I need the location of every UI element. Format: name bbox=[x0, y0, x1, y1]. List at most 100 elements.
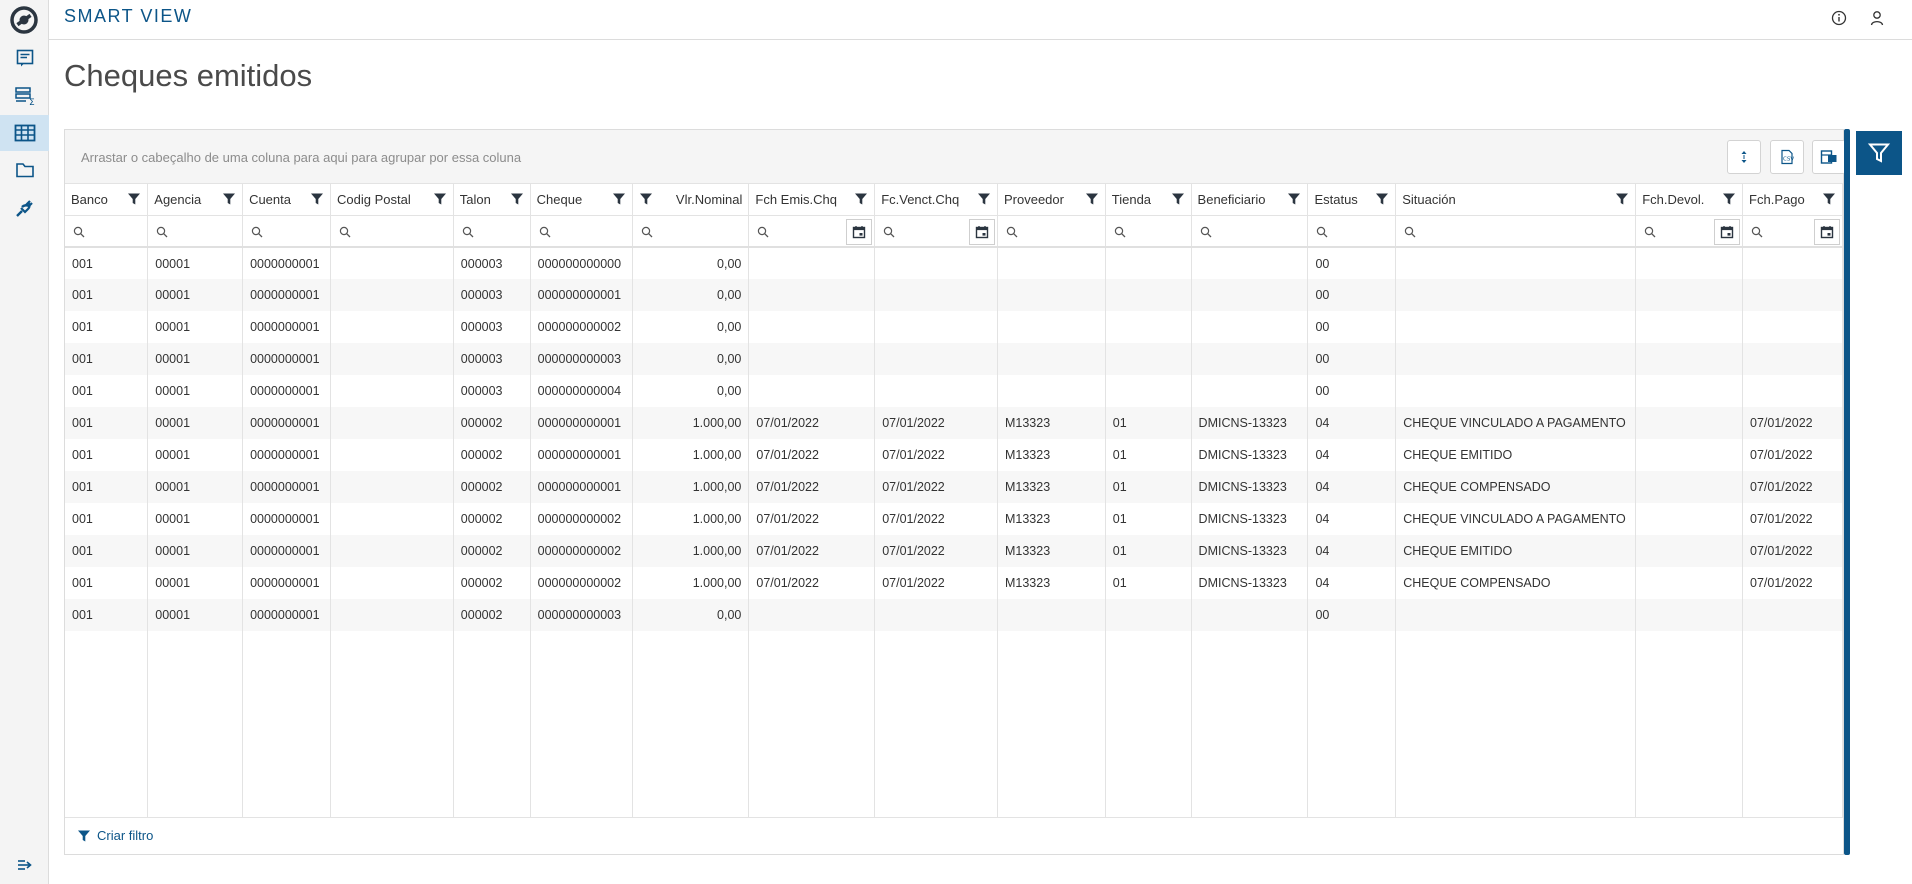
table-row[interactable]: 001 00001 0000000001 000002 000000000001 1.00… bbox=[65, 407, 1843, 439]
column-filter-input[interactable] bbox=[874, 215, 998, 248]
column-header-label: Fc.Venct.Chq bbox=[881, 191, 960, 207]
date-picker-button[interactable] bbox=[846, 218, 873, 245]
column-filter-icon[interactable] bbox=[612, 192, 626, 206]
table-row[interactable]: 001 00001 0000000001 000002 000000000003 0,00… bbox=[65, 599, 1843, 631]
table-row[interactable]: 001 00001 0000000001 000002 000000000002 1.00… bbox=[65, 503, 1843, 535]
group-drop-zone[interactable]: Arrastar o cabeçalho de uma coluna para … bbox=[65, 130, 1846, 184]
table-cell: 001 bbox=[65, 535, 149, 567]
export-button[interactable]: CSV bbox=[1770, 140, 1804, 174]
column-filter-icon[interactable] bbox=[222, 192, 236, 206]
table-row[interactable]: 001 00001 0000000001 000002 000000000002 1.00… bbox=[65, 535, 1843, 567]
nav-table[interactable] bbox=[0, 115, 49, 151]
columns-icon bbox=[1820, 150, 1837, 164]
expand-menu-button[interactable] bbox=[0, 850, 49, 880]
column-header[interactable]: Tienda bbox=[1105, 184, 1192, 216]
table-row[interactable]: 001 00001 0000000001 000003 000000000003 0,00… bbox=[65, 343, 1843, 375]
column-filter-input[interactable] bbox=[330, 215, 454, 248]
table-cell: 000000000001 bbox=[530, 439, 633, 471]
column-header[interactable]: Fch Emis.Chq bbox=[748, 184, 876, 216]
column-header-label: Codig Postal bbox=[337, 191, 411, 207]
column-filter-icon[interactable] bbox=[310, 192, 324, 206]
table-row[interactable]: 001 00001 0000000001 000003 000000000001 0,00… bbox=[65, 279, 1843, 311]
column-header[interactable]: Cuenta bbox=[242, 184, 332, 216]
table-row[interactable]: 001 00001 0000000001 000002 000000000001 1.00… bbox=[65, 439, 1843, 471]
column-header[interactable]: Vlr.Nominal bbox=[632, 184, 750, 216]
column-filter-icon[interactable] bbox=[977, 192, 991, 206]
table-cell: CHEQUE VINCULADO A PAGAMENTO bbox=[1395, 503, 1637, 535]
column-filter-icon[interactable] bbox=[1085, 192, 1099, 206]
table-cell: 07/01/2022 bbox=[1742, 439, 1843, 471]
column-filter-icon[interactable] bbox=[1375, 192, 1389, 206]
column-header[interactable]: Beneficiario bbox=[1191, 184, 1309, 216]
column-header[interactable]: Fch.Pago bbox=[1742, 184, 1843, 216]
column-filter-input[interactable] bbox=[997, 215, 1106, 248]
table-row[interactable]: 001 00001 0000000001 000002 000000000001 1.00… bbox=[65, 471, 1843, 503]
column-filter-icon[interactable] bbox=[127, 192, 141, 206]
table-cell bbox=[1635, 407, 1744, 439]
table-row[interactable]: 001 00001 0000000001 000003 000000000002 0,00… bbox=[65, 311, 1843, 343]
column-filter-icon[interactable] bbox=[639, 192, 653, 206]
column-header[interactable]: Fch.Devol. bbox=[1635, 184, 1744, 216]
column-filter-input[interactable] bbox=[1635, 215, 1744, 248]
column-filter-input[interactable] bbox=[1191, 215, 1309, 248]
column-filter-icon[interactable] bbox=[1722, 192, 1736, 206]
column-filter-icon[interactable] bbox=[1287, 192, 1301, 206]
column-header[interactable]: Situación bbox=[1395, 184, 1637, 216]
table-cell bbox=[874, 375, 998, 407]
table-row[interactable]: 001 00001 0000000001 000003 000000000000 0,00… bbox=[65, 247, 1843, 279]
table-cell: 0000000001 bbox=[242, 535, 332, 567]
date-picker-button[interactable] bbox=[1714, 218, 1741, 245]
column-header[interactable]: Codig Postal bbox=[330, 184, 454, 216]
nav-summary[interactable]: Σ bbox=[0, 78, 49, 114]
column-header-label: Fch.Devol. bbox=[1642, 191, 1705, 207]
create-filter-button[interactable]: Criar filtro bbox=[77, 828, 153, 843]
user-button[interactable] bbox=[1866, 7, 1888, 29]
column-filter-input[interactable] bbox=[147, 215, 244, 248]
column-header[interactable]: Talon bbox=[453, 184, 531, 216]
filter-panel-button[interactable] bbox=[1856, 131, 1902, 175]
totvs-logo-icon[interactable] bbox=[10, 6, 38, 34]
column-filter-icon[interactable] bbox=[1615, 192, 1629, 206]
column-filter-icon[interactable] bbox=[1171, 192, 1185, 206]
table-cell bbox=[874, 311, 998, 343]
date-picker-button[interactable] bbox=[968, 218, 995, 245]
column-header[interactable]: Fc.Venct.Chq bbox=[874, 184, 998, 216]
column-filter-input[interactable] bbox=[1105, 215, 1192, 248]
table-cell bbox=[1191, 343, 1309, 375]
table-cell: 04 bbox=[1307, 407, 1397, 439]
column-filter-input[interactable] bbox=[632, 215, 750, 248]
nav-folder[interactable] bbox=[0, 152, 49, 188]
table-row[interactable]: 001 00001 0000000001 000002 000000000002 1.00… bbox=[65, 567, 1843, 599]
info-button[interactable] bbox=[1828, 7, 1850, 29]
table-cell: 001 bbox=[65, 407, 149, 439]
row-height-button[interactable] bbox=[1727, 140, 1761, 174]
column-filter-icon[interactable] bbox=[854, 192, 868, 206]
column-header[interactable]: Estatus bbox=[1307, 184, 1397, 216]
column-header[interactable]: Agencia bbox=[147, 184, 244, 216]
column-filter-icon[interactable] bbox=[433, 192, 447, 206]
columns-button[interactable] bbox=[1812, 140, 1846, 174]
date-picker-button[interactable] bbox=[1814, 218, 1840, 245]
column-filter-input[interactable] bbox=[1307, 215, 1397, 248]
column-filter-input[interactable] bbox=[1395, 215, 1637, 248]
column-filter-icon[interactable] bbox=[1822, 192, 1836, 206]
column-filter-input[interactable] bbox=[1742, 215, 1843, 248]
column-header[interactable]: Cheque bbox=[530, 184, 633, 216]
column-header[interactable]: Proveedor bbox=[997, 184, 1106, 216]
table-row[interactable]: 001 00001 0000000001 000003 000000000004 0,00… bbox=[65, 375, 1843, 407]
column-filter-icon[interactable] bbox=[510, 192, 524, 206]
nav-report[interactable] bbox=[0, 40, 49, 76]
table-cell bbox=[1395, 375, 1637, 407]
table-cell: 000002 bbox=[453, 471, 531, 503]
nav-plugin[interactable] bbox=[0, 190, 49, 226]
column-filter-input[interactable] bbox=[65, 215, 149, 248]
table-cell: 07/01/2022 bbox=[748, 407, 876, 439]
vertical-scrollbar[interactable] bbox=[1844, 129, 1850, 855]
table-cell: 1.000,00 bbox=[632, 535, 750, 567]
table-cell: 1.000,00 bbox=[632, 503, 750, 535]
column-filter-input[interactable] bbox=[453, 215, 531, 248]
column-filter-input[interactable] bbox=[530, 215, 633, 248]
column-filter-input[interactable] bbox=[748, 215, 876, 248]
column-filter-input[interactable] bbox=[242, 215, 332, 248]
column-header[interactable]: Banco bbox=[65, 184, 149, 216]
